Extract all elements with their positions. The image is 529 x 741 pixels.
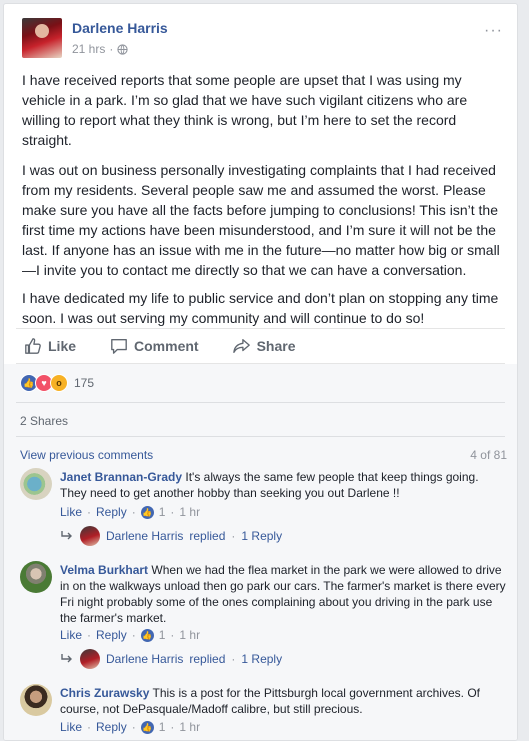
meta-separator: · — [109, 42, 114, 56]
comment-author[interactable]: Janet Brannan-Grady — [60, 470, 182, 484]
divider — [16, 436, 505, 437]
comment-item: Chris Zurawsky This is a post for the Pi… — [20, 684, 507, 740]
separator: · — [170, 505, 175, 519]
reply-author[interactable]: Darlene Harris — [106, 652, 183, 666]
comment-actions: Like · Reply · 👍 1 · 1 hr — [60, 628, 200, 642]
replies-row[interactable]: Darlene Harris replied · 1 Reply — [60, 649, 282, 669]
separator: · — [170, 720, 175, 734]
post-paragraph: I have dedicated my life to public servi… — [22, 290, 499, 326]
share-button[interactable]: Share — [232, 337, 296, 355]
replied-label: replied — [189, 652, 226, 666]
comment-reply-link[interactable]: Reply — [96, 720, 127, 734]
divider — [16, 402, 505, 403]
comment-like-link[interactable]: Like — [60, 720, 82, 734]
share-label: Share — [256, 338, 296, 354]
comment-label: Comment — [134, 338, 199, 354]
view-previous-comments-link[interactable]: View previous comments — [20, 448, 153, 462]
post-paragraph: I have received reports that some people… — [22, 72, 468, 148]
comment-actions: Like · Reply · 👍 1 · 1 hr — [60, 720, 200, 734]
author-name[interactable]: Darlene Harris — [72, 20, 168, 36]
comment-author[interactable]: Chris Zurawsky — [60, 686, 149, 700]
wow-reaction-icon: o — [50, 374, 68, 392]
comment-body: Chris Zurawsky This is a post for the Pi… — [60, 685, 507, 717]
feedback-section: 👍 ♥ o 175 2 Shares View previous comment… — [4, 364, 517, 740]
comment-like-link[interactable]: Like — [60, 628, 82, 642]
separator: · — [87, 720, 92, 734]
like-badge-icon: 👍 — [140, 505, 154, 519]
comment-bubble-icon — [111, 339, 127, 354]
avatar — [80, 649, 100, 669]
separator: · — [131, 628, 136, 642]
comment-time[interactable]: 1 hr — [179, 628, 200, 642]
avatar[interactable] — [20, 468, 52, 500]
avatar — [80, 526, 100, 546]
separator: · — [231, 652, 236, 666]
share-arrow-icon — [232, 339, 250, 353]
shares-link[interactable]: 2 Shares — [20, 414, 68, 428]
author-avatar[interactable] — [22, 18, 62, 58]
thumbs-up-icon — [25, 338, 41, 354]
reply-author[interactable]: Darlene Harris — [106, 529, 183, 543]
post-body: I have received reports that some people… — [22, 70, 500, 336]
comment-like-count[interactable]: 1 — [159, 505, 166, 519]
comment-like-count[interactable]: 1 — [159, 628, 166, 642]
reply-arrow-icon — [61, 531, 72, 540]
comment-item: Velma Burkhart When we had the flea mark… — [20, 561, 507, 671]
separator: · — [231, 529, 236, 543]
comment-body: Velma Burkhart When we had the flea mark… — [60, 562, 507, 626]
reaction-count[interactable]: 175 — [74, 376, 94, 390]
comment-like-count[interactable]: 1 — [159, 720, 166, 734]
separator: · — [131, 505, 136, 519]
comment-button[interactable]: Comment — [110, 337, 199, 355]
comment-body: Janet Brannan-Grady It's always the same… — [60, 469, 507, 501]
separator: · — [170, 628, 175, 642]
comment-actions: Like · Reply · 👍 1 · 1 hr — [60, 505, 200, 519]
post-header: Darlene Harris 21 hrs · ··· — [22, 18, 505, 62]
comment-reply-link[interactable]: Reply — [96, 628, 127, 642]
reply-count-link[interactable]: 1 Reply — [241, 529, 282, 543]
post-actions-bar: Like Comment Share — [16, 328, 505, 364]
like-badge-icon: 👍 — [140, 720, 154, 734]
separator: · — [87, 628, 92, 642]
separator: · — [131, 720, 136, 734]
comment-author[interactable]: Velma Burkhart — [60, 563, 148, 577]
comment-time[interactable]: 1 hr — [179, 720, 200, 734]
globe-icon[interactable] — [117, 43, 128, 55]
replies-row[interactable]: Darlene Harris replied · 1 Reply — [60, 526, 282, 546]
reply-count-link[interactable]: 1 Reply — [241, 652, 282, 666]
post-options-icon[interactable]: ··· — [484, 22, 503, 40]
post-paragraph: I was out on business personally investi… — [22, 162, 500, 278]
comment-reply-link[interactable]: Reply — [96, 505, 127, 519]
like-label: Like — [48, 338, 77, 354]
post-time[interactable]: 21 hrs — [72, 42, 105, 56]
comment-item: Janet Brannan-Grady It's always the same… — [20, 468, 507, 552]
separator: · — [87, 505, 92, 519]
comment-like-link[interactable]: Like — [60, 505, 82, 519]
like-badge-icon: 👍 — [140, 628, 154, 642]
comment-time[interactable]: 1 hr — [179, 505, 200, 519]
replied-label: replied — [189, 529, 226, 543]
avatar[interactable] — [20, 684, 52, 716]
like-button[interactable]: Like — [24, 337, 76, 355]
reactions-summary[interactable]: 👍 ♥ o 175 — [20, 374, 94, 392]
comment-count: 4 of 81 — [470, 448, 507, 462]
post-meta: 21 hrs · — [72, 42, 128, 56]
post-card: Darlene Harris 21 hrs · ··· I have recei… — [3, 3, 518, 741]
reply-arrow-icon — [61, 654, 72, 663]
avatar[interactable] — [20, 561, 52, 593]
